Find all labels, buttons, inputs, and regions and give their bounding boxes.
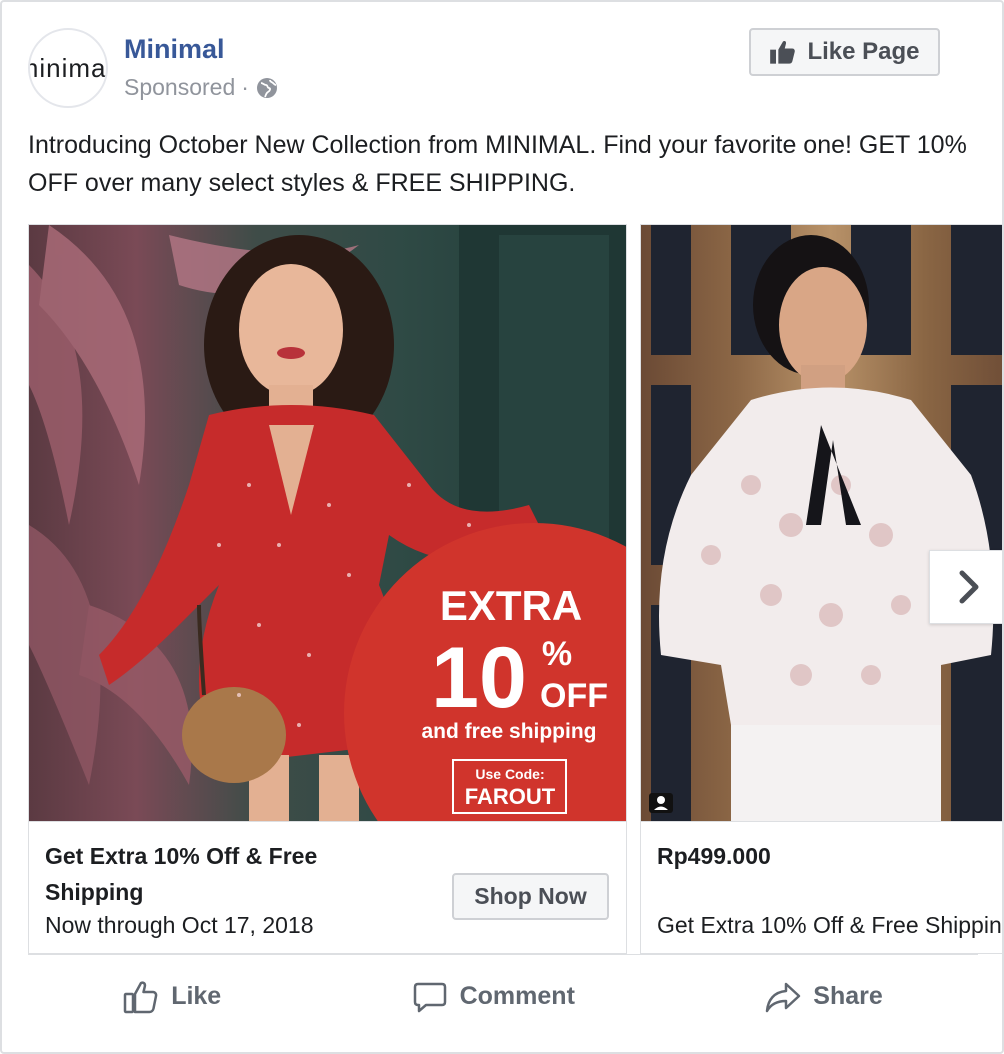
promo-extra-text: EXTRA — [440, 582, 582, 629]
share-action-button[interactable]: Share — [765, 979, 883, 1015]
red-dress-photo: EXTRA 10 % OFF and free shipping Use Cod… — [29, 225, 626, 821]
lace-top-photo — [649, 225, 1002, 821]
like-action-label: Like — [171, 982, 222, 1010]
avatar-logo-text: minimal — [30, 52, 107, 83]
promo-off-text: OFF — [540, 677, 608, 715]
thumbs-up-outline-icon — [123, 980, 158, 1013]
page-avatar[interactable]: minimal — [28, 28, 108, 108]
comment-action-label: Comment — [459, 982, 575, 1010]
post-actions-bar: Like Comment Share — [28, 954, 978, 1038]
comment-action-button[interactable]: Comment — [412, 979, 575, 1015]
promo-number-text: 10 — [431, 630, 527, 726]
product-image-lace-top[interactable] — [641, 225, 1002, 821]
card-1-description: Now through Oct 17, 2018 — [45, 912, 314, 938]
page-name-link[interactable]: Minimal — [124, 34, 225, 65]
like-page-label: Like Page — [807, 38, 920, 65]
card-2-price[interactable]: Rp499.000 — [657, 838, 987, 874]
promo-free-shipping-text: and free shipping — [421, 720, 596, 743]
card-1-footer: Get Extra 10% Off & Free Shipping Now th… — [29, 821, 626, 953]
card-2-description: Get Extra 10% Off & Free Shipping — [657, 912, 1004, 938]
sponsored-post: minimal Minimal Sponsored · Like Page In… — [0, 0, 1004, 1054]
card-2-footer: Rp499.000 Get Extra 10% Off & Free Shipp… — [641, 821, 1004, 953]
promo-code-text: FAROUT — [465, 784, 556, 809]
thumbs-up-icon — [770, 41, 796, 64]
share-arrow-icon — [766, 982, 801, 1012]
shop-now-button[interactable]: Shop Now — [452, 873, 609, 920]
carousel-card-1[interactable]: EXTRA 10 % OFF and free shipping Use Cod… — [28, 224, 627, 954]
card-1-title[interactable]: Get Extra 10% Off & Free Shipping — [45, 838, 375, 910]
promo-percent-text: % — [542, 635, 572, 673]
sponsored-label[interactable]: Sponsored — [124, 74, 235, 101]
product-image-red-dress[interactable]: EXTRA 10 % OFF and free shipping Use Cod… — [29, 225, 626, 821]
globe-icon — [256, 77, 277, 98]
carousel-next-button[interactable] — [929, 550, 1002, 624]
chevron-right-icon — [959, 570, 979, 604]
like-action-button[interactable]: Like — [123, 979, 221, 1015]
share-action-label: Share — [813, 982, 883, 1010]
like-page-button[interactable]: Like Page — [749, 28, 940, 76]
post-meta: Sponsored · — [124, 74, 279, 101]
comment-icon — [413, 982, 446, 1012]
promo-use-code-text: Use Code: — [475, 766, 544, 782]
post-text: Introducing October New Collection from … — [28, 131, 967, 197]
meta-separator: · — [241, 74, 249, 100]
